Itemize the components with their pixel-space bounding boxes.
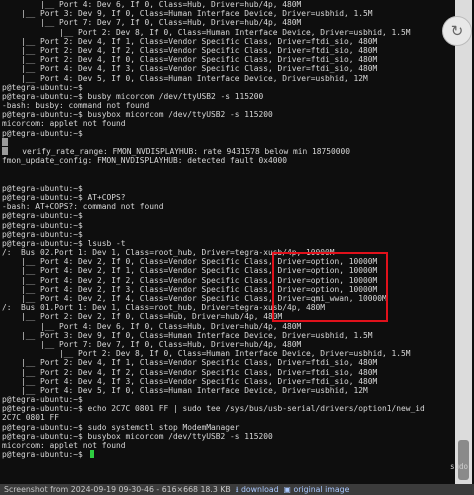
terminal-output[interactable]: |__ Port 4: Dev 6, If 0, Class=Hub, Driv…	[2, 0, 454, 484]
download-icon: ⭳	[235, 485, 239, 494]
terminal-line: 2C7C 0801 FF	[2, 413, 454, 422]
terminal-cursor	[89, 450, 94, 459]
terminal-line: |__ Port 2: Dev 4, If 1, Class=Vendor Sp…	[2, 358, 454, 367]
terminal-line-text: p@tegra-ubuntu:~$	[2, 395, 88, 405]
terminal-line-text: |__ Port 2: Dev 8, If 0, Class=Human Int…	[2, 349, 411, 359]
terminal-line-text: p@tegra-ubuntu:~$	[2, 229, 88, 239]
terminal-line: verify_rate_range: FMON_NVDISPLAYHUB: ra…	[2, 147, 454, 156]
terminal-line: -bash: AT+COPS?: command not found	[2, 202, 454, 211]
terminal-line-text: |__ Port 4: Dev 4, If 3, Class=Vendor Sp…	[2, 64, 378, 74]
terminal-line-text: |__ Port 2: Dev 4, If 0, Class=Vendor Sp…	[2, 55, 378, 65]
terminal-line-text: |__ Port 4: Dev 5, If 0, Class=Human Int…	[2, 385, 368, 395]
terminal-line: p@tegra-ubuntu:~$ busby micorcom /dev/tt…	[2, 92, 454, 101]
terminal-line: |__ Port 7: Dev 7, If 0, Class=Hub, Driv…	[2, 340, 454, 349]
terminal-line-text: micorcom: applet not found	[2, 441, 126, 450]
terminal-line-text: |__ Port 2: Dev 4, If 2, Class=Vendor Sp…	[2, 45, 378, 55]
terminal-line: |__ Port 4: Dev 6, If 0, Class=Hub, Driv…	[2, 322, 454, 331]
terminal-line: p@tegra-ubuntu:~$	[2, 230, 454, 239]
terminal-line-text: 2C7C 0801 FF	[2, 413, 60, 423]
download-link[interactable]: download	[241, 485, 279, 494]
terminal-line-text: p@tegra-ubuntu:~$ busby micorcom /dev/tt…	[2, 91, 264, 101]
terminal-line-text: p@tegra-ubuntu:~$ lsusb -t	[2, 238, 126, 248]
original-image-link[interactable]: original image	[293, 485, 349, 494]
stale-cursor-block	[2, 137, 8, 146]
terminal-line: p@tegra-ubuntu:~$	[2, 450, 454, 459]
terminal-line-text: verify_rate_range: FMON_NVDISPLAYHUB: ra…	[8, 147, 351, 156]
terminal-line-text: p@tegra-ubuntu:~$	[2, 211, 88, 221]
terminal-line-text: |__ Port 4: Dev 5, If 0, Class=Human Int…	[2, 73, 368, 83]
terminal-line: |__ Port 7: Dev 7, If 0, Class=Hub, Driv…	[2, 18, 454, 27]
terminal-line-text: |__ Port 2: Dev 8, If 0, Class=Human Int…	[2, 27, 411, 37]
terminal-line: p@tegra-ubuntu:~$ busybox micorcom /dev/…	[2, 110, 454, 119]
terminal-line-text: p@tegra-ubuntu:~$	[2, 82, 88, 92]
terminal-line-text: -bash: busby: command not found	[2, 101, 150, 111]
terminal-line-text: |__ Port 2: Dev 2, If 0, Class=Hub, Driv…	[2, 312, 283, 322]
scrollbar-thumb[interactable]	[458, 440, 469, 480]
refresh-icon[interactable]: ↻	[442, 16, 472, 46]
terminal-line: p@tegra-ubuntu:~$	[2, 184, 454, 193]
terminal-line: |__ Port 2: Dev 4, If 2, Class=Vendor Sp…	[2, 46, 454, 55]
terminal-line: |__ Port 2: Dev 4, If 2, Class=Vendor Sp…	[2, 368, 454, 377]
terminal-line-text: micorcom: applet not found	[2, 119, 126, 129]
terminal-line: p@tegra-ubuntu:~$ AT+COPS?	[2, 193, 454, 202]
sudo-overlay-text: sudo	[449, 462, 468, 471]
terminal-line-text: p@tegra-ubuntu:~$ busybox micorcom /dev/…	[2, 110, 273, 120]
terminal-line: |__ Port 3: Dev 9, If 0, Class=Human Int…	[2, 331, 454, 340]
terminal-line: |__ Port 2: Dev 4, If 1, Class=Vendor Sp…	[2, 37, 454, 46]
terminal-line: |__ Port 4: Dev 6, If 0, Class=Hub, Driv…	[2, 0, 454, 9]
terminal-line-text: |__ Port 7: Dev 7, If 0, Class=Hub, Driv…	[2, 18, 302, 28]
terminal-line: p@tegra-ubuntu:~$	[2, 395, 454, 404]
terminal-line-text: p@tegra-ubuntu:~$	[2, 450, 88, 460]
terminal-line: |__ Port 4: Dev 5, If 0, Class=Human Int…	[2, 386, 454, 395]
terminal-line-text: p@tegra-ubuntu:~$	[2, 220, 88, 230]
terminal-line: |__ Port 3: Dev 9, If 0, Class=Human Int…	[2, 9, 454, 18]
terminal-line: micorcom: applet not found	[2, 441, 454, 450]
terminal-line	[2, 137, 454, 147]
terminal-line: p@tegra-ubuntu:~$	[2, 83, 454, 92]
image-caption-bar: Screenshot from 2024-09-19 09-30-46 - 61…	[0, 484, 474, 495]
terminal-line: |__ Port 4: Dev 4, If 3, Class=Vendor Sp…	[2, 377, 454, 386]
terminal-line-text: p@tegra-ubuntu:~$	[2, 183, 88, 193]
terminal-line: |__ Port 2: Dev 4, If 0, Class=Vendor Sp…	[2, 55, 454, 64]
terminal-line-text: p@tegra-ubuntu:~$ AT+COPS?	[2, 192, 126, 202]
terminal-line-text: p@tegra-ubuntu:~$	[2, 128, 88, 138]
terminal-window: |__ Port 4: Dev 6, If 0, Class=Hub, Driv…	[0, 0, 474, 495]
caption-text: Screenshot from 2024-09-19 09-30-46 - 61…	[4, 485, 231, 494]
annotation-highlight-box	[272, 252, 388, 322]
terminal-line-text: |__ Port 2: Dev 4, If 2, Class=Vendor Sp…	[2, 367, 378, 377]
terminal-line-text: |__ Port 2: Dev 4, If 1, Class=Vendor Sp…	[2, 36, 378, 46]
terminal-line: p@tegra-ubuntu:~$	[2, 221, 454, 230]
terminal-line-text: |__ Port 4: Dev 6, If 0, Class=Hub, Driv…	[2, 321, 302, 331]
terminal-line-text: -bash: AT+COPS?: command not found	[2, 202, 164, 212]
terminal-line: |__ Port 2: Dev 8, If 0, Class=Human Int…	[2, 28, 454, 37]
terminal-line-text: |__ Port 4: Dev 6, If 0, Class=Hub, Driv…	[2, 0, 302, 9]
terminal-line: micorcom: applet not found	[2, 119, 454, 128]
terminal-line: p@tegra-ubuntu:~$ echo 2C7C 0801 FF | su…	[2, 404, 454, 413]
terminal-line-text: p@tegra-ubuntu:~$ sudo systemctl stop Mo…	[2, 422, 240, 432]
terminal-line: p@tegra-ubuntu:~$ busybox micorcom /dev/…	[2, 432, 454, 441]
terminal-line: p@tegra-ubuntu:~$ lsusb -t	[2, 239, 454, 248]
terminal-line-text: p@tegra-ubuntu:~$ echo 2C7C 0801 FF | su…	[2, 404, 425, 414]
terminal-line-text: |__ Port 2: Dev 4, If 1, Class=Vendor Sp…	[2, 358, 378, 368]
terminal-line: p@tegra-ubuntu:~$ sudo systemctl stop Mo…	[2, 423, 454, 432]
terminal-line: fmon_update_config: FMON_NVDISPLAYHUB: d…	[2, 156, 454, 165]
terminal-line-text: |__ Port 3: Dev 9, If 0, Class=Human Int…	[2, 9, 373, 19]
terminal-line: p@tegra-ubuntu:~$	[2, 129, 454, 138]
terminal-line-text: |__ Port 4: Dev 4, If 3, Class=Vendor Sp…	[2, 376, 378, 386]
terminal-line: |__ Port 4: Dev 5, If 0, Class=Human Int…	[2, 74, 454, 83]
terminal-line: |__ Port 4: Dev 4, If 3, Class=Vendor Sp…	[2, 64, 454, 73]
terminal-line-text: |__ Port 3: Dev 9, If 0, Class=Human Int…	[2, 330, 373, 340]
terminal-line: -bash: busby: command not found	[2, 101, 454, 110]
terminal-line: |__ Port 2: Dev 8, If 0, Class=Human Int…	[2, 349, 454, 358]
terminal-line: p@tegra-ubuntu:~$	[2, 211, 454, 220]
scrollbar[interactable]	[455, 0, 472, 484]
terminal-line-text: fmon_update_config: FMON_NVDISPLAYHUB: d…	[2, 156, 288, 166]
terminal-line-text: |__ Port 7: Dev 7, If 0, Class=Hub, Driv…	[2, 339, 302, 349]
terminal-line-text: p@tegra-ubuntu:~$ busybox micorcom /dev/…	[2, 431, 273, 441]
image-icon: ▣	[283, 485, 291, 494]
